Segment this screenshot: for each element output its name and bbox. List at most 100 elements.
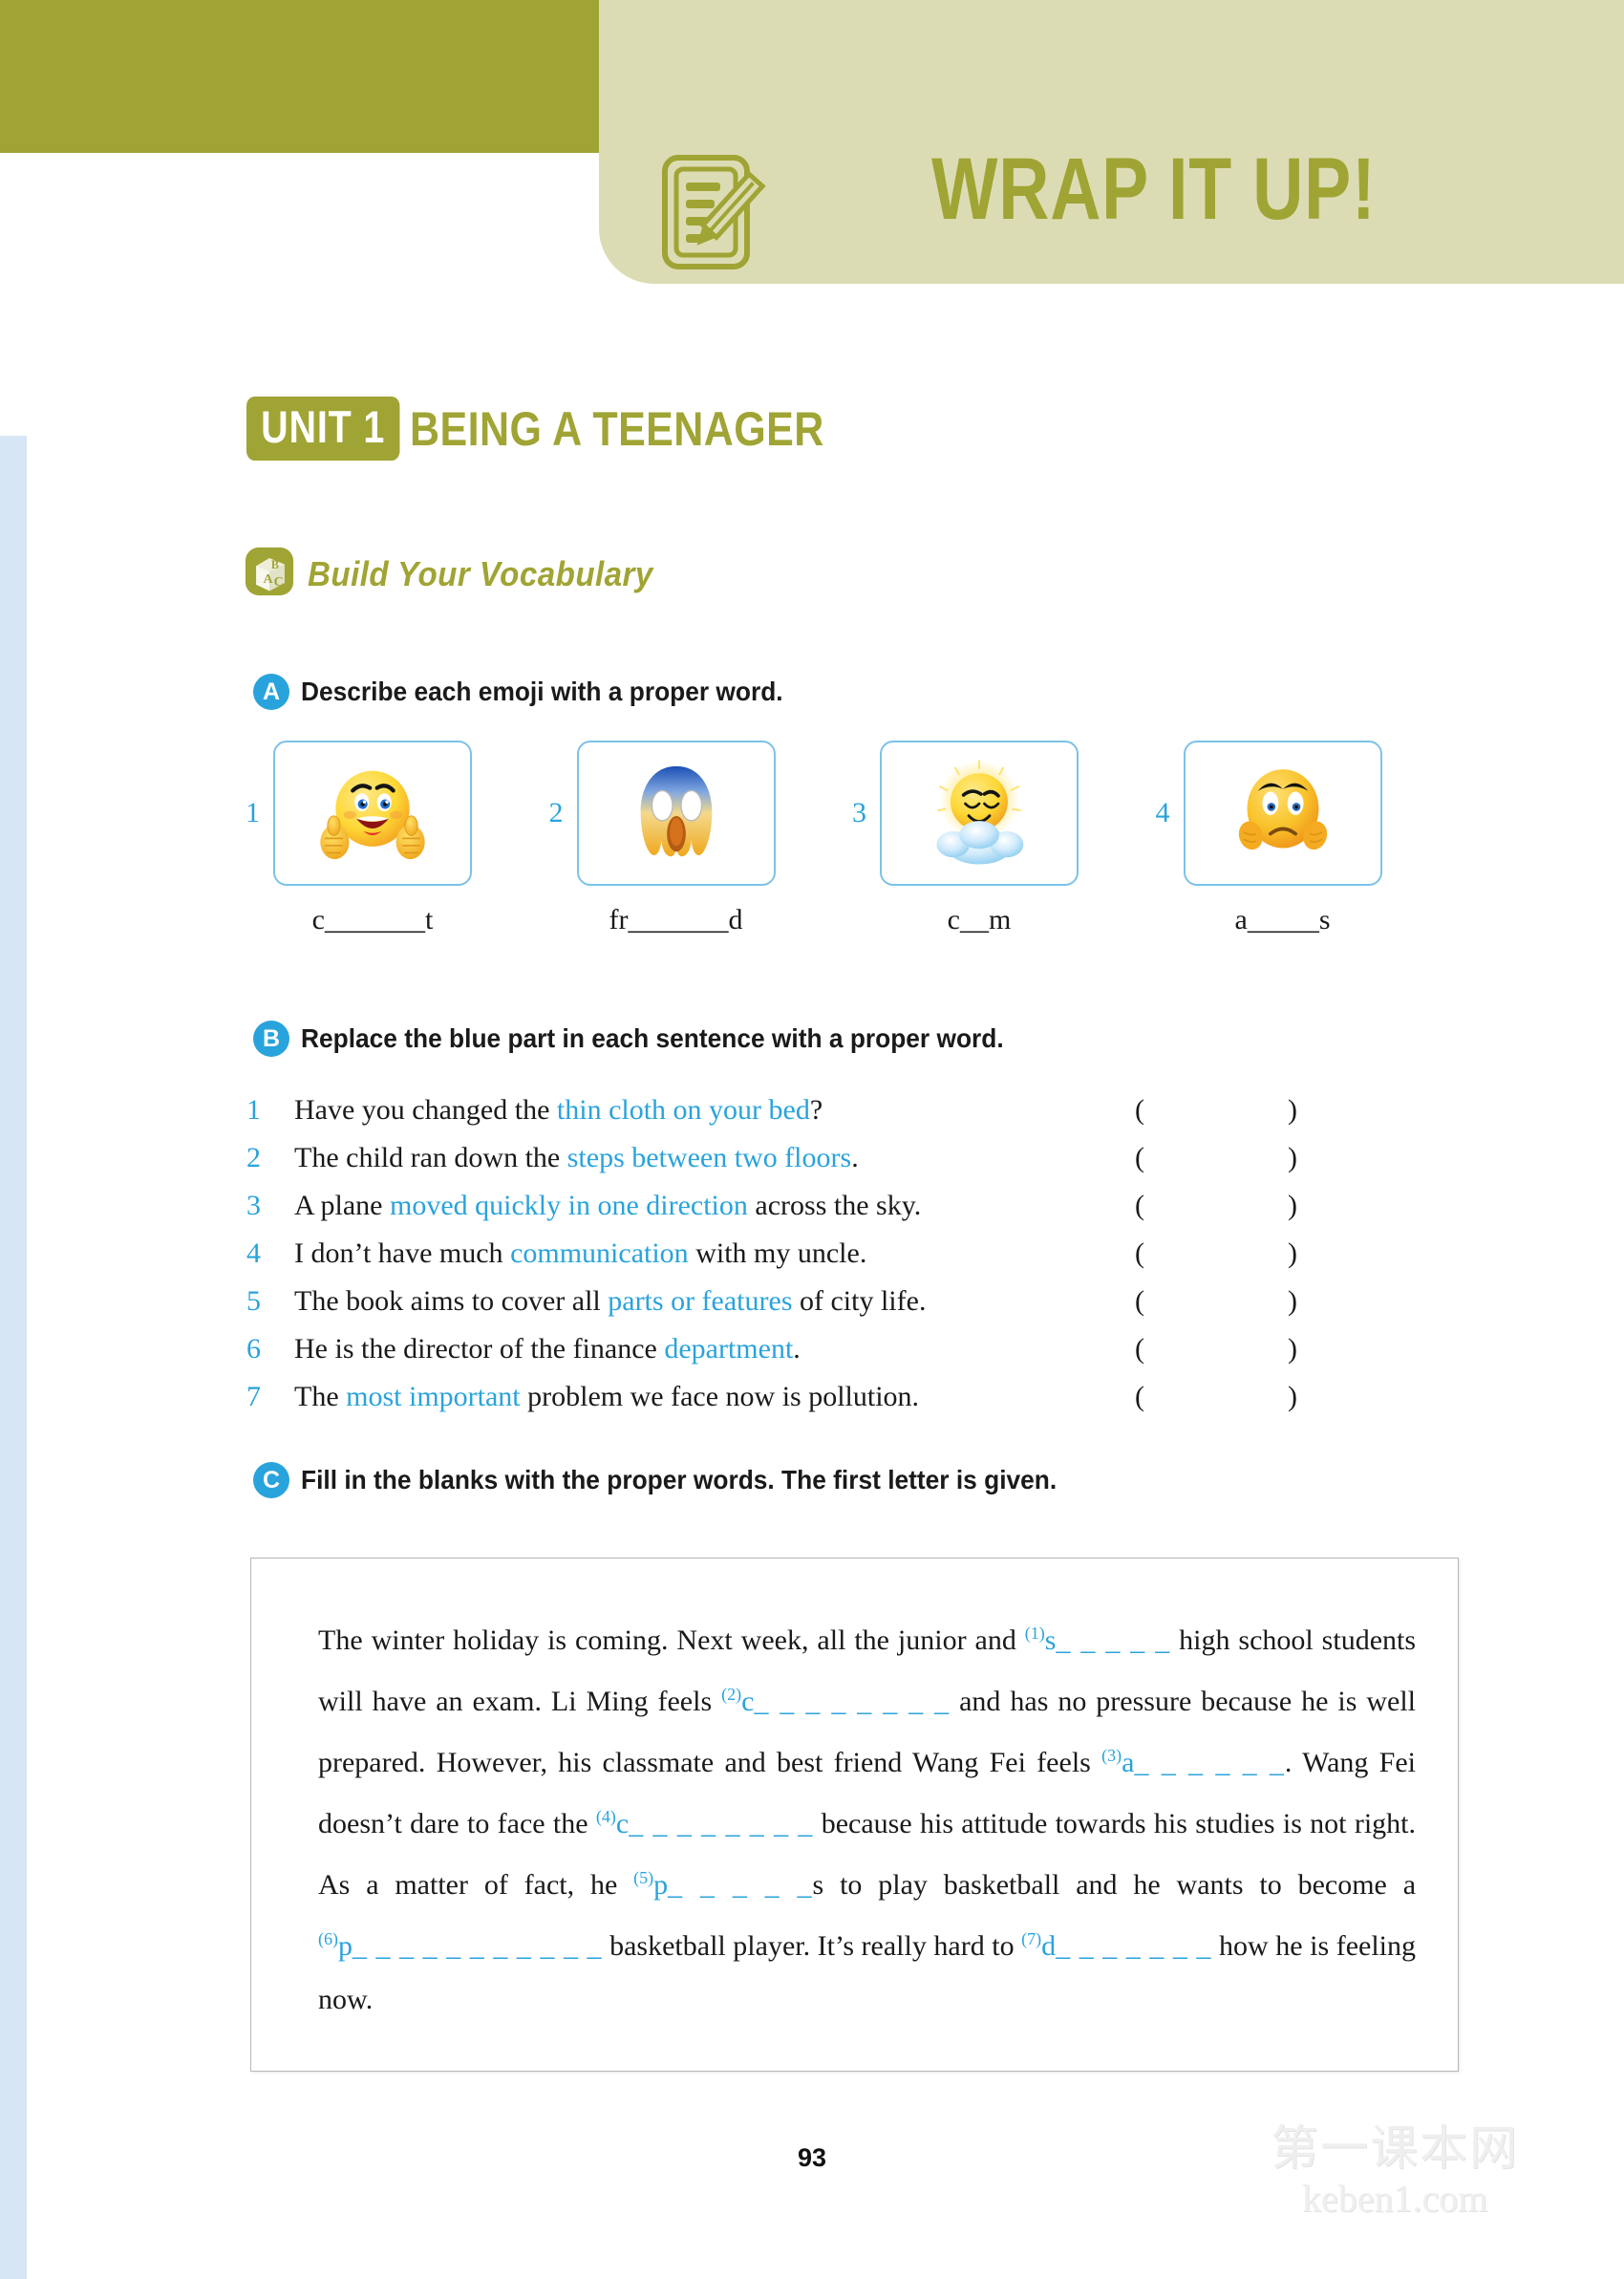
sentence-blue-phrase: steps between two floors bbox=[566, 1142, 852, 1173]
svg-text:A: A bbox=[264, 572, 273, 587]
passage-blank-number: (5) bbox=[633, 1868, 654, 1887]
passage-blank-first-letter: d bbox=[1041, 1930, 1057, 1962]
watermark-chinese: 第一课本网 bbox=[1271, 2120, 1519, 2176]
emoji-number: 3 bbox=[852, 797, 866, 828]
sentence-row: 5 The book aims to cover all parts or fe… bbox=[246, 1285, 1297, 1333]
abc-block-icon: A B C bbox=[245, 547, 294, 601]
section-b-badge: B bbox=[253, 1021, 289, 1057]
sentence-post: across the sky. bbox=[747, 1190, 922, 1221]
passage-blank-first-letter: p bbox=[338, 1930, 353, 1962]
sentence-text: The most important problem we face now i… bbox=[294, 1381, 1118, 1413]
notepad-pencil-icon bbox=[657, 153, 772, 271]
section-b-instruction: Replace the blue part in each sentence w… bbox=[301, 1023, 1004, 1053]
answer-parentheses[interactable]: () bbox=[1135, 1333, 1297, 1365]
sentence-row: 6 He is the director of the finance depa… bbox=[246, 1333, 1297, 1381]
passage-blank-number: (1) bbox=[1024, 1623, 1045, 1643]
page-title: WRAP IT UP! bbox=[931, 140, 1377, 238]
section-c-instruction: Fill in the blanks with the proper words… bbox=[301, 1465, 1058, 1494]
emoji-answer-blank[interactable]: fr_______d bbox=[577, 904, 776, 936]
answer-parentheses[interactable]: () bbox=[1135, 1237, 1297, 1270]
sentence-number: 7 bbox=[246, 1381, 261, 1412]
passage-blank-dashes: _ _ _ _ _ bbox=[668, 1869, 813, 1901]
passage-blank-dashes: _ _ _ _ _ bbox=[1056, 1624, 1171, 1656]
emoji-item: 1 c_______t bbox=[239, 741, 543, 979]
sentence-pre: The book aims to cover all bbox=[294, 1285, 609, 1317]
sentence-pre: The child ran down the bbox=[294, 1142, 567, 1173]
cloze-passage-text[interactable]: The winter holiday is coming. Next week,… bbox=[251, 1559, 1458, 2027]
emoji-answer-blank[interactable]: c_______t bbox=[273, 904, 472, 936]
passage-blank[interactable]: (6)p_ _ _ _ _ _ _ _ _ _ _ bbox=[318, 1929, 603, 1962]
open-paren: ( bbox=[1135, 1190, 1144, 1221]
passage-blank[interactable]: (3)a_ _ _ _ _ _ bbox=[1101, 1746, 1285, 1778]
emoji-answer-blank[interactable]: a_____s bbox=[1184, 904, 1382, 936]
emoji-box[interactable] bbox=[273, 741, 472, 886]
sentence-row: 3 A plane moved quickly in one direction… bbox=[246, 1190, 1297, 1237]
sentence-blue-phrase: department bbox=[664, 1333, 794, 1365]
sentence-text: A plane moved quickly in one direction a… bbox=[294, 1190, 1118, 1222]
passage-blank[interactable]: (4)c_ _ _ _ _ _ _ _ bbox=[595, 1807, 814, 1839]
thumbs-up-smiley-emoji bbox=[320, 770, 425, 860]
svg-text:C: C bbox=[274, 575, 284, 590]
emoji-box[interactable] bbox=[880, 741, 1079, 886]
section-c-heading: C Fill in the blanks with the proper wor… bbox=[253, 1462, 1105, 1498]
open-paren: ( bbox=[1135, 1381, 1144, 1412]
open-paren: ( bbox=[1135, 1094, 1144, 1126]
sentence-number: 3 bbox=[246, 1190, 261, 1221]
answer-parentheses[interactable]: () bbox=[1135, 1094, 1297, 1127]
svg-text:B: B bbox=[271, 558, 279, 571]
passage-blank[interactable]: (2)c_ _ _ _ _ _ _ _ bbox=[721, 1685, 950, 1717]
sentence-post: with my uncle. bbox=[688, 1237, 867, 1269]
emoji-box[interactable] bbox=[1183, 741, 1382, 886]
open-paren: ( bbox=[1135, 1237, 1144, 1269]
passage-blank-first-letter: c bbox=[741, 1686, 755, 1717]
sentence-post: . bbox=[851, 1142, 859, 1173]
worried-face-emoji bbox=[1238, 769, 1327, 850]
passage-blank-first-letter: s bbox=[1044, 1624, 1057, 1656]
open-paren: ( bbox=[1135, 1285, 1144, 1317]
passage-blank-first-letter: a bbox=[1122, 1747, 1135, 1778]
close-paren: ) bbox=[1288, 1094, 1297, 1126]
sentence-row: 7 The most important problem we face now… bbox=[246, 1381, 1297, 1429]
open-paren: ( bbox=[1135, 1333, 1144, 1365]
sentence-text: I don’t have much communication with my … bbox=[294, 1237, 1118, 1270]
close-paren: ) bbox=[1288, 1237, 1297, 1269]
passage-blank-number: (4) bbox=[595, 1807, 616, 1826]
answer-parentheses[interactable]: () bbox=[1135, 1142, 1297, 1174]
passage-blank[interactable]: (7)d_ _ _ _ _ _ _ bbox=[1021, 1929, 1211, 1962]
sentence-post: . bbox=[793, 1333, 801, 1365]
emoji-box[interactable] bbox=[576, 741, 776, 886]
sentence-text: He is the director of the finance depart… bbox=[294, 1333, 1118, 1365]
passage-blank[interactable]: (5)p_ _ _ _ _ bbox=[633, 1868, 813, 1901]
sentence-pre: He is the director of the finance bbox=[294, 1333, 665, 1365]
emoji-item: 2 fr_______d bbox=[543, 741, 846, 979]
passage-text-run: basketball player. It’s really hard to bbox=[602, 1930, 1022, 1962]
build-your-vocabulary-label: Build Your Vocabulary bbox=[308, 553, 653, 593]
sentence-row: 2 The child ran down the steps between t… bbox=[246, 1142, 1297, 1190]
passage-blank-number: (7) bbox=[1021, 1929, 1042, 1948]
sentence-post: of city life. bbox=[792, 1285, 927, 1317]
sentence-blue-phrase: thin cloth on your bed bbox=[556, 1094, 810, 1126]
answer-parentheses[interactable]: () bbox=[1135, 1285, 1297, 1318]
unit-title: BEING A TEENAGER bbox=[409, 401, 824, 456]
sentence-number: 6 bbox=[246, 1333, 261, 1365]
emoji-item: 3 c__m bbox=[845, 741, 1149, 979]
sentence-pre: Have you changed the bbox=[294, 1094, 557, 1126]
sentence-text: Have you changed the thin cloth on your … bbox=[294, 1094, 1118, 1127]
textbook-page: WRAP IT UP! UNIT 1 BEING A TEENAGER A B … bbox=[0, 0, 1624, 2279]
passage-blank-number: (2) bbox=[721, 1685, 742, 1704]
section-a-instruction: Describe each emoji with a proper word. bbox=[301, 677, 783, 706]
passage-blank-first-letter: c bbox=[615, 1808, 630, 1839]
answer-parentheses[interactable]: () bbox=[1135, 1190, 1297, 1222]
sleeping-on-cloud-emoji bbox=[936, 760, 1024, 865]
cloze-passage-box: The winter holiday is coming. Next week,… bbox=[250, 1558, 1459, 2072]
unit-heading: UNIT 1 BEING A TEENAGER bbox=[246, 397, 891, 462]
emoji-number: 4 bbox=[1155, 797, 1170, 828]
watermark: 第一课本网 keben1.com bbox=[1271, 2123, 1519, 2221]
emoji-answer-blank[interactable]: c__m bbox=[880, 904, 1079, 936]
answer-parentheses[interactable]: () bbox=[1135, 1381, 1297, 1413]
passage-blank-dashes: _ _ _ _ _ _ bbox=[1134, 1747, 1285, 1778]
screaming-face-emoji bbox=[640, 765, 712, 857]
passage-blank[interactable]: (1)s_ _ _ _ _ bbox=[1024, 1623, 1171, 1656]
section-b-heading: B Replace the blue part in each sentence… bbox=[253, 1021, 1049, 1057]
replace-sentence-list: 1 Have you changed the thin cloth on you… bbox=[246, 1094, 1297, 1429]
